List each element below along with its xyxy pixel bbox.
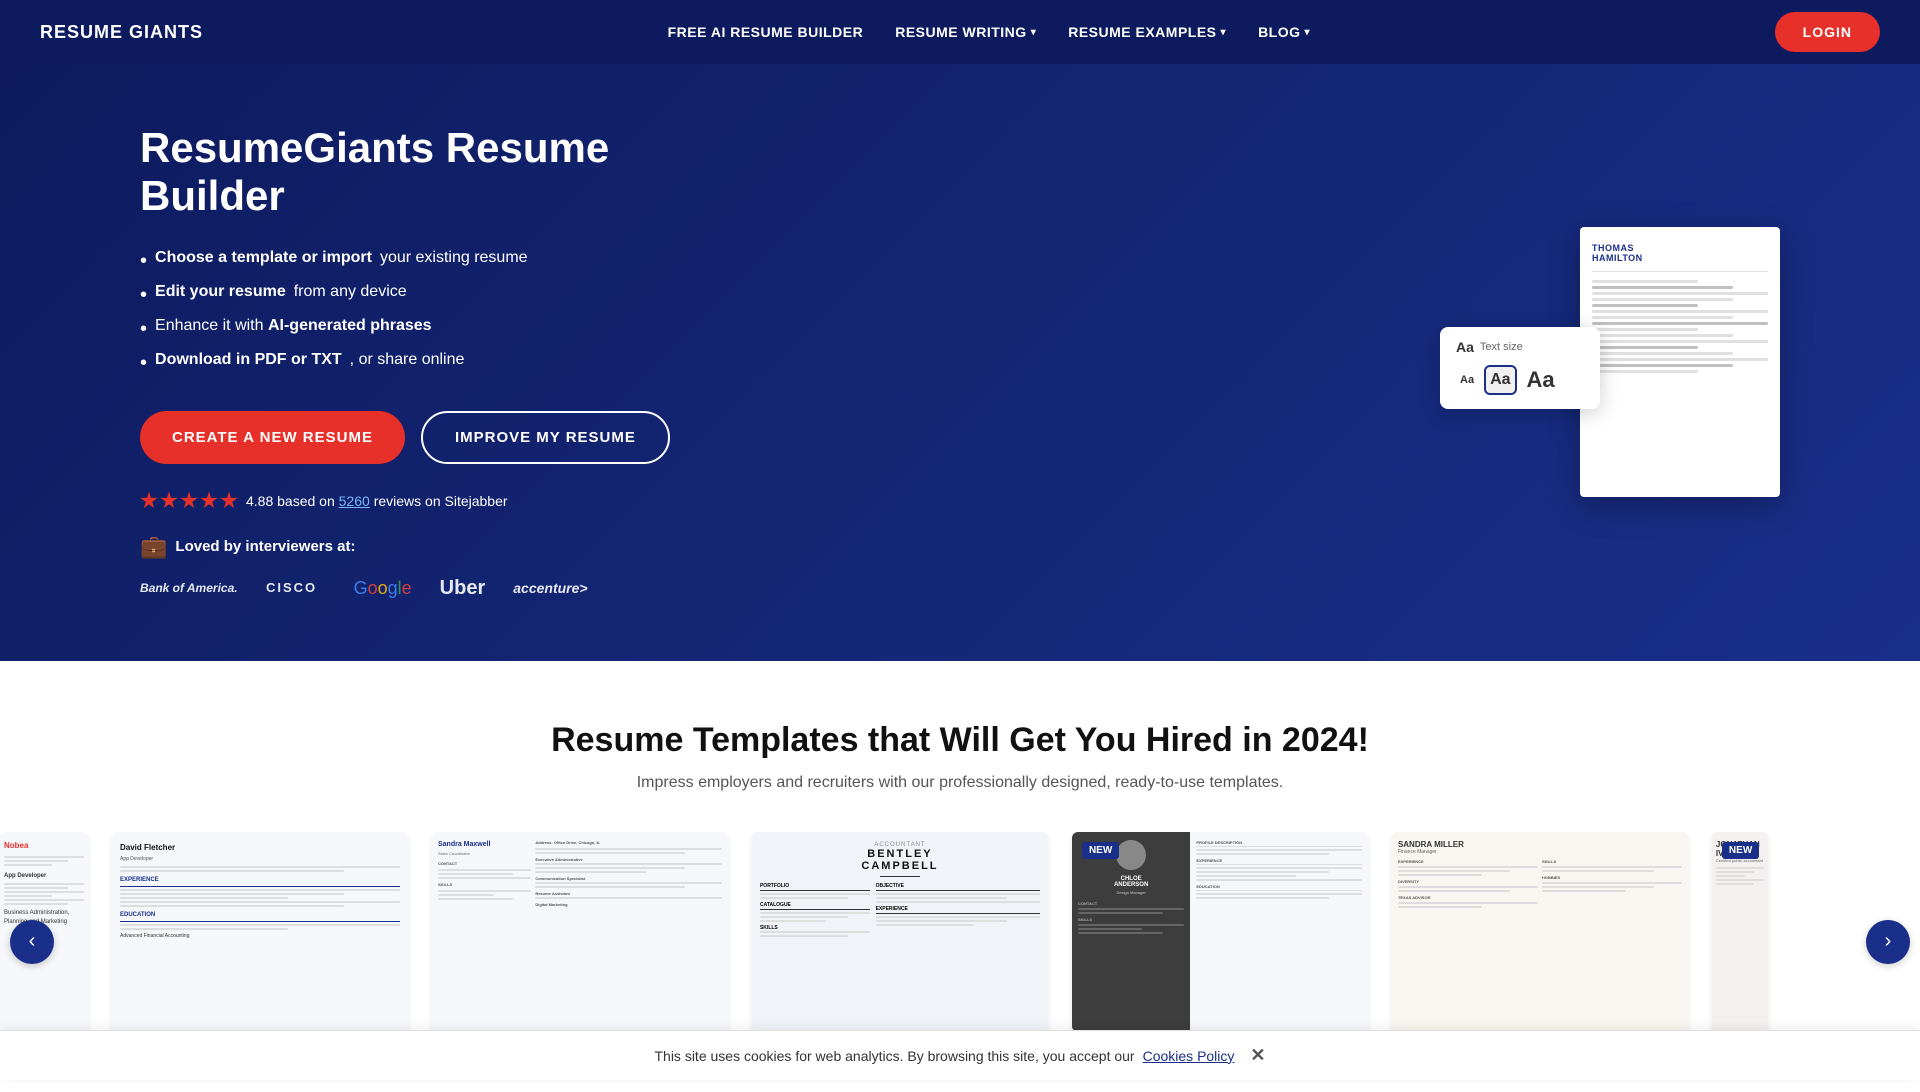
cookie-banner: This site uses cookies for web analytics… xyxy=(0,1030,1920,1080)
brand-logo[interactable]: RESUME GIANTS xyxy=(40,22,203,43)
rating-text: 4.88 based on 5260 reviews on Sitejabber xyxy=(246,493,508,509)
hero-content: ResumeGiants Resume Builder Choose a tem… xyxy=(140,124,700,601)
hero-rating: 4.88 based on 5260 reviews on Sitejabber xyxy=(140,492,700,510)
company-logos: Bank of America. CISCO Google Uber accen… xyxy=(140,576,700,601)
chevron-down-icon: ▾ xyxy=(1305,27,1311,38)
template-card-2[interactable]: Sandra Maxwell Sales Coordinator CONTACT… xyxy=(420,832,740,1032)
template-card-3[interactable]: ACCOUNTANT BENTLEYCAMPBELL PORTFOLIO CAT… xyxy=(740,832,1060,1032)
template-card-6[interactable]: NEW JONATHAN IVERS Certified public acco… xyxy=(1700,832,1780,1032)
carousel-next-button[interactable]: › xyxy=(1866,920,1910,964)
hero-title: ResumeGiants Resume Builder xyxy=(140,124,700,221)
navigation: RESUME GIANTS FREE AI RESUME BUILDER RES… xyxy=(0,0,1920,64)
text-size-medium[interactable]: Aa xyxy=(1486,367,1514,393)
text-size-label: Aa Text size xyxy=(1456,339,1584,355)
text-size-large[interactable]: Aa xyxy=(1523,363,1559,397)
text-size-popup: Aa Text size Aa Aa Aa xyxy=(1440,327,1600,409)
company-cisco: CISCO xyxy=(266,576,326,601)
rating-link[interactable]: 5260 xyxy=(339,493,370,509)
improve-resume-button[interactable]: IMPROVE MY RESUME xyxy=(421,411,670,464)
hero-loved-by: 💼 Loved by interviewers at: xyxy=(140,534,700,560)
template-card-4[interactable]: NEW CHLOEANDERSON Design Manager CONTACT… xyxy=(1060,832,1380,1032)
resume-card-content xyxy=(1592,280,1768,373)
company-google: Google xyxy=(354,578,412,599)
nav-item-examples[interactable]: RESUME EXAMPLES ▾ xyxy=(1068,24,1226,40)
login-button[interactable]: LOGIN xyxy=(1775,12,1880,52)
hero-bullets: Choose a template or import your existin… xyxy=(140,249,700,375)
nav-link-blog[interactable]: BLOG ▾ xyxy=(1258,24,1310,40)
text-size-small[interactable]: Aa xyxy=(1456,370,1478,390)
nav-item-writing[interactable]: RESUME WRITING ▾ xyxy=(895,24,1036,40)
svg-text:CISCO: CISCO xyxy=(266,580,317,595)
chevron-down-icon: ▾ xyxy=(1031,27,1037,38)
bullet-2: Edit your resume from any device xyxy=(140,283,700,307)
create-resume-button[interactable]: CREATE A NEW RESUME xyxy=(140,411,405,464)
new-badge-4: NEW xyxy=(1082,842,1119,859)
resume-card-name: THOMASHAMILTON xyxy=(1592,243,1768,263)
cookie-close-button[interactable]: ✕ xyxy=(1250,1045,1265,1066)
nav-links: FREE AI RESUME BUILDER RESUME WRITING ▾ … xyxy=(668,24,1310,40)
nav-link-writing[interactable]: RESUME WRITING ▾ xyxy=(895,24,1036,40)
company-accenture: accenture> xyxy=(513,580,587,596)
hero-buttons: CREATE A NEW RESUME IMPROVE MY RESUME xyxy=(140,411,700,464)
cookie-text: This site uses cookies for web analytics… xyxy=(654,1048,1134,1064)
star-2 xyxy=(160,492,178,510)
star-rating xyxy=(140,492,238,510)
nav-item-blog[interactable]: BLOG ▾ xyxy=(1258,24,1310,40)
new-badge-6: NEW xyxy=(1722,842,1759,859)
templates-carousel: ‹ Nobea App Developer Business Administr… xyxy=(0,832,1920,1052)
template-card-1[interactable]: David Fletcher App Developer EXPERIENCE xyxy=(100,832,420,1032)
text-size-options: Aa Aa Aa xyxy=(1456,363,1584,397)
nav-item-builder[interactable]: FREE AI RESUME BUILDER xyxy=(668,24,864,40)
company-uber: Uber xyxy=(440,577,486,600)
resume-preview-card: THOMASHAMILTON xyxy=(1580,227,1780,497)
bullet-4: Download in PDF or TXT, or share online xyxy=(140,351,700,375)
bullet-1: Choose a template or import your existin… xyxy=(140,249,700,273)
company-bank-of-america: Bank of America. xyxy=(140,581,238,595)
star-3 xyxy=(180,492,198,510)
bullet-3: Enhance it with AI-generated phrases xyxy=(140,317,700,341)
hero-section: ResumeGiants Resume Builder Choose a tem… xyxy=(0,64,1920,661)
carousel-prev-button[interactable]: ‹ xyxy=(10,920,54,964)
hero-visual: THOMASHAMILTON xyxy=(1520,227,1840,497)
cookies-policy-link[interactable]: Cookies Policy xyxy=(1143,1048,1235,1064)
templates-subtitle: Impress employers and recruiters with ou… xyxy=(0,774,1920,792)
briefcase-icon: 💼 xyxy=(140,534,167,560)
templates-title: Resume Templates that Will Get You Hired… xyxy=(0,721,1920,760)
nav-link-builder[interactable]: FREE AI RESUME BUILDER xyxy=(668,24,864,40)
resume-card-header: THOMASHAMILTON xyxy=(1592,243,1768,272)
star-4 xyxy=(200,492,218,510)
nav-link-examples[interactable]: RESUME EXAMPLES ▾ xyxy=(1068,24,1226,40)
star-5 xyxy=(220,492,238,510)
templates-section: Resume Templates that Will Get You Hired… xyxy=(0,661,1920,1092)
chevron-down-icon: ▾ xyxy=(1221,27,1227,38)
star-1 xyxy=(140,492,158,510)
template-card-5[interactable]: SANDRA MILLER Finance Manager EXPERIENCE… xyxy=(1380,832,1700,1032)
